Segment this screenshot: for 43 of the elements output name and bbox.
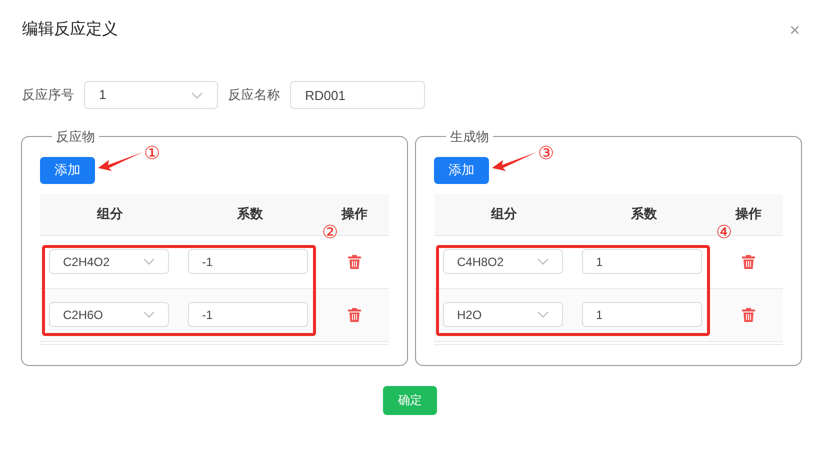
callout-number: ② [322, 222, 338, 240]
column-header: 操作 [734, 205, 762, 224]
coefficient-input[interactable]: -1 [188, 249, 308, 274]
column-header: 系数 [236, 205, 264, 224]
component-select[interactable]: C4H8O2 [443, 249, 563, 274]
column-header: 组分 [490, 205, 518, 224]
component-select[interactable]: C2H4O2 [49, 249, 169, 274]
select-value: H2O [457, 306, 482, 324]
column-header: 组分 [96, 205, 124, 224]
select-value: 1 [99, 86, 106, 104]
trash-icon[interactable] [742, 254, 755, 268]
chevron-down-icon [537, 258, 549, 265]
select-value: C2H4O2 [63, 254, 110, 270]
trash-icon[interactable] [348, 308, 361, 322]
group-legend: 反应物 [52, 127, 99, 146]
chevron-down-icon [537, 311, 549, 318]
trash-icon[interactable] [348, 254, 361, 268]
add-button[interactable]: 添加 [434, 156, 489, 184]
column-header: 操作 [340, 205, 368, 224]
component-select[interactable]: H2O [443, 302, 563, 327]
callout-number: ④ [716, 222, 732, 240]
chevron-down-icon [191, 92, 203, 98]
arrow-annotation [98, 150, 144, 172]
coefficient-input[interactable]: 1 [582, 302, 702, 327]
sequence-select[interactable]: 1 [84, 81, 218, 109]
coefficient-input[interactable]: -1 [188, 302, 308, 327]
column-header: 系数 [630, 205, 658, 224]
trash-icon[interactable] [742, 308, 755, 322]
select-value: C2H6O [63, 306, 104, 324]
field-label: 反应名称 [228, 86, 280, 104]
field-label: 反应序号 [22, 86, 74, 104]
chevron-down-icon [143, 258, 155, 265]
callout-number: ③ [538, 144, 554, 162]
arrow-annotation [492, 150, 538, 172]
component-select[interactable]: C2H6O [49, 302, 169, 327]
add-button[interactable]: 添加 [40, 156, 95, 184]
select-value: C4H8O2 [457, 254, 504, 270]
callout-number: ① [144, 144, 160, 162]
coefficient-input[interactable]: 1 [582, 249, 702, 274]
chevron-down-icon [143, 311, 155, 318]
name-input[interactable]: RD001 [290, 81, 425, 109]
group-legend: 生成物 [446, 127, 493, 146]
dialog-title: 编辑反应定义 [22, 20, 118, 40]
